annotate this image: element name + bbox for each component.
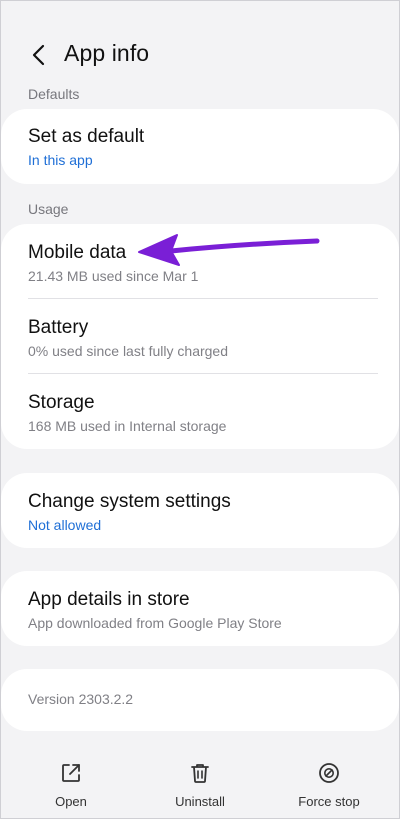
chevron-left-icon	[32, 44, 45, 66]
set-as-default-item[interactable]: Set as default In this app	[1, 109, 399, 184]
mobile-data-title: Mobile data	[28, 242, 127, 263]
store-card: App details in store App downloaded from…	[1, 571, 399, 646]
app-info-screen: App info Defaults Set as default In this…	[0, 0, 400, 819]
section-label-defaults: Defaults	[28, 86, 80, 102]
force-stop-label: Force stop	[298, 794, 360, 809]
set-as-default-title: Set as default	[28, 126, 145, 147]
mobile-data-subtitle: 21.43 MB used since Mar 1	[28, 268, 199, 284]
change-system-settings-subtitle: Not allowed	[28, 517, 102, 533]
version-card: Version 2303.2.2	[1, 669, 399, 731]
app-details-in-store-item[interactable]: App details in store App downloaded from…	[1, 571, 399, 646]
force-stop-button[interactable]: Force stop	[274, 751, 384, 815]
bottom-action-bar: Open Uninstall Force stop	[1, 751, 399, 818]
defaults-card: Set as default In this app	[1, 109, 399, 184]
change-system-settings-title: Change system settings	[28, 491, 231, 512]
set-as-default-subtitle: In this app	[28, 152, 93, 168]
trash-icon	[191, 764, 209, 783]
section-label-usage: Usage	[28, 201, 69, 217]
uninstall-label: Uninstall	[175, 794, 225, 809]
storage-subtitle: 168 MB used in Internal storage	[28, 418, 227, 434]
force-stop-icon	[319, 763, 339, 783]
open-external-icon	[62, 764, 80, 782]
battery-subtitle: 0% used since last fully charged	[28, 343, 228, 359]
version-text: Version 2303.2.2	[28, 691, 134, 707]
page-title: App info	[64, 40, 150, 66]
open-label: Open	[55, 794, 87, 809]
battery-title: Battery	[28, 317, 89, 338]
storage-item[interactable]: Storage 168 MB used in Internal storage	[1, 374, 399, 449]
open-button[interactable]: Open	[16, 751, 126, 815]
battery-item[interactable]: Battery 0% used since last fully charged	[1, 299, 399, 374]
top-app-bar: App info	[1, 29, 399, 81]
storage-title: Storage	[28, 392, 95, 413]
mobile-data-item[interactable]: Mobile data 21.43 MB used since Mar 1	[1, 224, 399, 299]
app-details-in-store-title: App details in store	[28, 589, 190, 610]
back-button[interactable]	[25, 41, 53, 69]
usage-card: Mobile data 21.43 MB used since Mar 1 Ba…	[1, 224, 399, 449]
app-details-in-store-subtitle: App downloaded from Google Play Store	[28, 615, 282, 631]
uninstall-button[interactable]: Uninstall	[145, 751, 255, 815]
change-system-settings-item[interactable]: Change system settings Not allowed	[1, 473, 399, 548]
system-settings-card: Change system settings Not allowed	[1, 473, 399, 548]
